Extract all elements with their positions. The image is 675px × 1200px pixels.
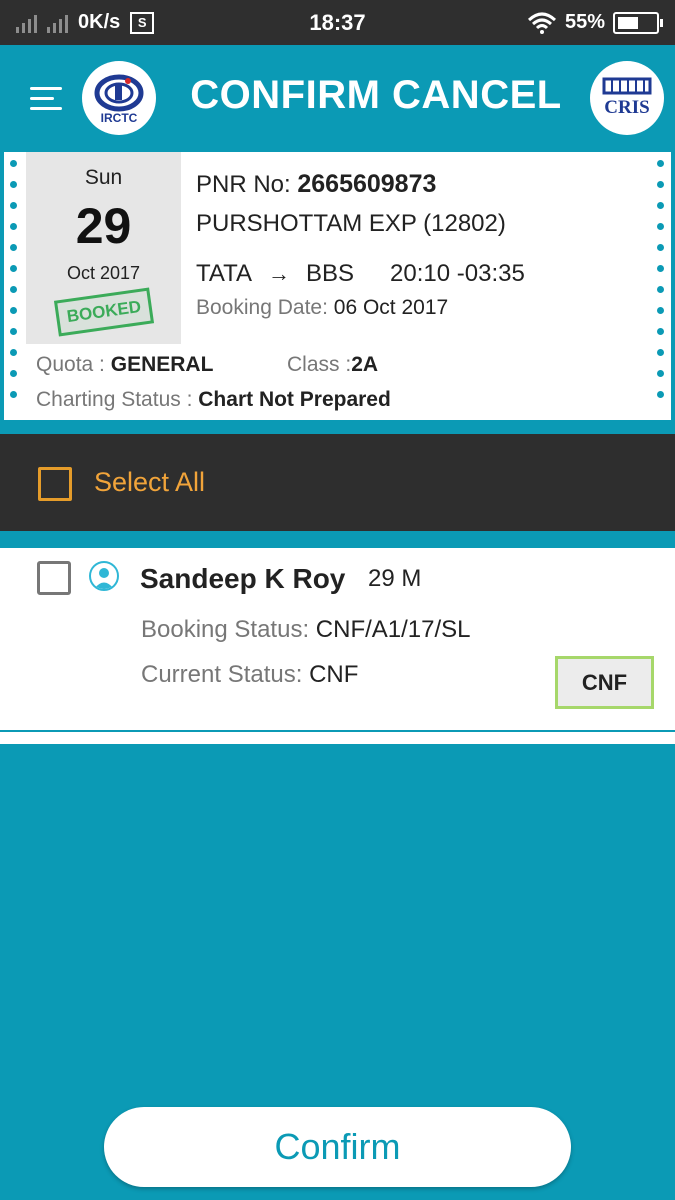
battery-fill <box>618 16 638 29</box>
signal-icon <box>47 13 68 33</box>
irctc-logo: IRCTC <box>82 61 156 135</box>
right-arrow-icon: → <box>268 261 290 286</box>
app-bar: IRCTC CONFIRM CANCEL CRIS <box>0 45 675 151</box>
ticket-perforation-left <box>10 160 18 412</box>
page-title: CONFIRM CANCEL <box>190 73 562 117</box>
passenger-name: Sandeep K Roy <box>140 563 346 594</box>
ticket-info: PNR No: 2665609873 PURSHOTTAM EXP (12802… <box>196 170 656 320</box>
status-left: 0K/s S <box>16 0 155 45</box>
current-status-value: CNF <box>309 661 359 688</box>
pnr-row: PNR No: 2665609873 <box>196 170 656 210</box>
wifi-icon <box>527 12 556 34</box>
train-name: PURSHOTTAM EXP (12802) <box>196 210 506 237</box>
booking-date-row: Booking Date: 06 Oct 2017 <box>196 296 656 320</box>
booking-status-value: CNF/A1/17/SL <box>315 616 471 643</box>
sim-icon: S <box>130 11 155 34</box>
booking-date: 06 Oct 2017 <box>333 296 449 319</box>
status-bar: 0K/s S 18:37 55% <box>0 0 675 45</box>
quota-label: Quota : <box>36 353 105 376</box>
passenger-checkbox[interactable] <box>37 561 71 595</box>
current-status-row: Current Status: CNF <box>141 661 358 689</box>
battery-percent: 55% <box>564 11 605 33</box>
net-speed: 0K/s <box>78 11 121 33</box>
quota-value: GENERAL <box>110 353 214 376</box>
status-badge[interactable]: CNF <box>555 656 654 709</box>
pnr-number: 2665609873 <box>297 170 437 198</box>
journey-day: Sun <box>84 166 123 189</box>
journey-month-year: Oct 2017 <box>66 263 141 283</box>
from-station: TATA <box>196 260 252 287</box>
journey-date-box: Sun 29 Oct 2017 BOOKED <box>26 152 181 344</box>
select-all-label[interactable]: Select All <box>94 467 205 498</box>
charting-value: Chart Not Prepared <box>198 388 391 411</box>
confirm-button[interactable]: Confirm <box>104 1107 571 1187</box>
battery-icon <box>613 11 663 34</box>
ticket-card: Sun 29 Oct 2017 BOOKED PNR No: 266560987… <box>4 152 671 420</box>
class-label: Class : <box>287 353 352 376</box>
quota-row: Quota : GENERAL Class :2A <box>36 353 656 377</box>
signal-icon <box>16 13 37 33</box>
to-station: BBS <box>306 260 355 287</box>
charting-label: Charting Status : <box>36 388 193 411</box>
journey-times: 20:10 -03:35 <box>390 260 525 287</box>
passenger-age-gender: 29 M <box>368 565 422 592</box>
charting-row: Charting Status : Chart Not Prepared <box>36 388 391 412</box>
hamburger-icon[interactable] <box>30 87 62 111</box>
select-all-bar: Select All <box>0 434 675 531</box>
journey-date: 29 <box>75 198 132 254</box>
booking-status-row: Booking Status: CNF/A1/17/SL <box>141 616 471 644</box>
select-all-checkbox[interactable] <box>38 467 72 501</box>
pnr-label: PNR No: <box>196 171 291 198</box>
person-icon <box>89 561 119 591</box>
current-status-label: Current Status: <box>141 661 303 688</box>
divider <box>0 730 675 744</box>
cris-logo-text: CRIS <box>604 97 650 118</box>
booking-date-label: Booking Date: <box>196 296 328 319</box>
status-right: 55% <box>527 0 663 45</box>
route-row: TATA → BBS 20:10 -03:35 <box>196 252 656 296</box>
ticket-perforation-right <box>657 160 665 412</box>
class-value: 2A <box>351 353 379 376</box>
irctc-logo-text: IRCTC <box>100 111 138 125</box>
class-part: Class :2A <box>287 353 378 377</box>
cris-logo: CRIS <box>590 61 664 135</box>
passenger-card: Sandeep K Roy 29 M Booking Status: CNF/A… <box>0 548 675 730</box>
booked-stamp: BOOKED <box>53 287 155 337</box>
booking-status-label: Booking Status: <box>141 616 310 643</box>
